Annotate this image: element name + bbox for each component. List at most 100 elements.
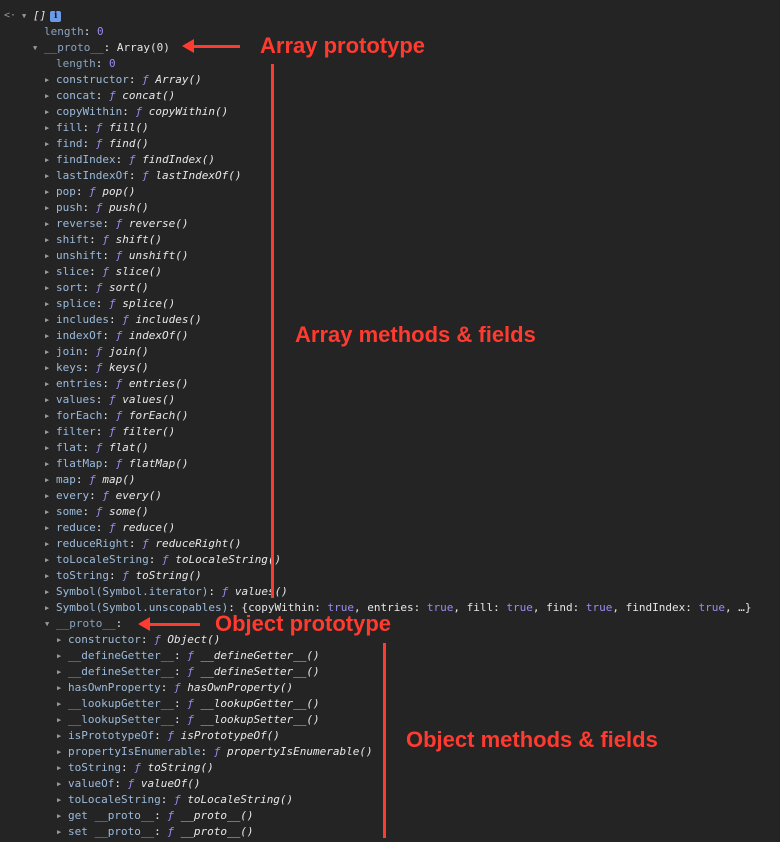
collapsed-triangle-icon[interactable]: ▶: [57, 680, 68, 696]
collapsed-triangle-icon[interactable]: ▶: [57, 808, 68, 824]
method-row[interactable]: ▶ every: ƒ every(): [45, 488, 162, 504]
collapsed-triangle-icon[interactable]: ▶: [45, 584, 56, 600]
expanded-triangle-icon[interactable]: ▼: [33, 40, 44, 56]
collapsed-triangle-icon[interactable]: ▶: [45, 216, 56, 232]
method-row[interactable]: ▶ hasOwnProperty: ƒ hasOwnProperty(): [57, 680, 293, 696]
method-row[interactable]: ▶ sort: ƒ sort(): [45, 280, 149, 296]
method-row[interactable]: ▶ map: ƒ map(): [45, 472, 136, 488]
collapsed-triangle-icon[interactable]: ▶: [57, 728, 68, 744]
collapsed-triangle-icon[interactable]: ▶: [45, 136, 56, 152]
collapsed-triangle-icon[interactable]: ▶: [45, 344, 56, 360]
info-icon[interactable]: i: [50, 10, 62, 22]
expanded-triangle-icon[interactable]: ▼: [22, 8, 33, 24]
collapsed-triangle-icon[interactable]: ▶: [45, 232, 56, 248]
collapsed-triangle-icon[interactable]: ▶: [45, 312, 56, 328]
collapsed-triangle-icon[interactable]: ▶: [45, 504, 56, 520]
collapsed-triangle-icon[interactable]: ▶: [57, 664, 68, 680]
method-row[interactable]: ▶ propertyIsEnumerable: ƒ propertyIsEnume…: [57, 744, 373, 760]
root-array-row[interactable]: ▼[] i: [22, 8, 62, 24]
method-row[interactable]: ▶ entries: ƒ entries(): [45, 376, 188, 392]
method-row[interactable]: ▶ Symbol(Symbol.iterator): ƒ values(): [45, 584, 288, 600]
method-row[interactable]: ▶ forEach: ƒ forEach(): [45, 408, 188, 424]
method-row[interactable]: ▶ __lookupSetter__: ƒ __lookupSetter__(): [57, 712, 320, 728]
method-row[interactable]: ▶ filter: ƒ filter(): [45, 424, 175, 440]
method-row[interactable]: ▶ isPrototypeOf: ƒ isPrototypeOf(): [57, 728, 280, 744]
collapsed-triangle-icon[interactable]: ▶: [57, 696, 68, 712]
collapsed-triangle-icon[interactable]: ▶: [45, 536, 56, 552]
method-row[interactable]: ▶ copyWithin: ƒ copyWithin(): [45, 104, 228, 120]
method-row[interactable]: ▶ find: ƒ find(): [45, 136, 149, 152]
method-row[interactable]: ▶ get __proto__: ƒ __proto__(): [57, 808, 253, 824]
collapsed-triangle-icon[interactable]: ▶: [45, 568, 56, 584]
object-proto-row[interactable]: ▼ __proto__:: [45, 616, 122, 632]
collapsed-triangle-icon[interactable]: ▶: [57, 712, 68, 728]
method-row[interactable]: ▶ fill: ƒ fill(): [45, 120, 149, 136]
method-row[interactable]: ▶ __defineGetter__: ƒ __defineGetter__(): [57, 648, 320, 664]
collapsed-triangle-icon[interactable]: ▶: [45, 424, 56, 440]
method-row[interactable]: ▶ splice: ƒ splice(): [45, 296, 175, 312]
method-row[interactable]: ▶ push: ƒ push(): [45, 200, 149, 216]
method-row[interactable]: ▶ reduceRight: ƒ reduceRight(): [45, 536, 241, 552]
collapsed-triangle-icon[interactable]: ▶: [45, 408, 56, 424]
unscopables-row[interactable]: ▶ Symbol(Symbol.unscopables): {copyWithin…: [45, 600, 752, 616]
collapsed-triangle-icon[interactable]: ▶: [45, 488, 56, 504]
method-row[interactable]: ▶ reduce: ƒ reduce(): [45, 520, 175, 536]
collapsed-triangle-icon[interactable]: ▶: [45, 88, 56, 104]
method-row[interactable]: ▶ __defineSetter__: ƒ __defineSetter__(): [57, 664, 320, 680]
collapsed-triangle-icon[interactable]: ▶: [45, 296, 56, 312]
method-row[interactable]: ▶ unshift: ƒ unshift(): [45, 248, 188, 264]
collapsed-triangle-icon[interactable]: ▶: [45, 472, 56, 488]
collapsed-triangle-icon[interactable]: ▶: [45, 248, 56, 264]
expanded-triangle-icon[interactable]: ▼: [45, 616, 56, 632]
collapsed-triangle-icon[interactable]: ▶: [45, 168, 56, 184]
method-row[interactable]: ▶ toLocaleString: ƒ toLocaleString(): [57, 792, 293, 808]
collapsed-triangle-icon[interactable]: ▶: [57, 744, 68, 760]
method-row[interactable]: ▶ some: ƒ some(): [45, 504, 149, 520]
method-row[interactable]: ▶ toString: ƒ toString(): [45, 568, 202, 584]
method-row[interactable]: ▶ toLocaleString: ƒ toLocaleString(): [45, 552, 281, 568]
collapsed-triangle-icon[interactable]: ▶: [45, 184, 56, 200]
method-row[interactable]: ▶ valueOf: ƒ valueOf(): [57, 776, 200, 792]
collapsed-triangle-icon[interactable]: ▶: [45, 552, 56, 568]
collapsed-triangle-icon[interactable]: ▶: [45, 200, 56, 216]
collapsed-triangle-icon[interactable]: ▶: [45, 264, 56, 280]
method-row[interactable]: ▶ flatMap: ƒ flatMap(): [45, 456, 188, 472]
collapsed-triangle-icon[interactable]: ▶: [57, 648, 68, 664]
method-row[interactable]: ▶ slice: ƒ slice(): [45, 264, 162, 280]
collapsed-triangle-icon[interactable]: ▶: [57, 776, 68, 792]
method-row[interactable]: ▶ __lookupGetter__: ƒ __lookupGetter__(): [57, 696, 320, 712]
method-row[interactable]: ▶ constructor: ƒ Object(): [57, 632, 220, 648]
collapsed-triangle-icon[interactable]: ▶: [45, 456, 56, 472]
collapsed-triangle-icon[interactable]: ▶: [45, 360, 56, 376]
method-row[interactable]: ▶ join: ƒ join(): [45, 344, 149, 360]
collapsed-triangle-icon[interactable]: ▶: [45, 440, 56, 456]
collapsed-triangle-icon[interactable]: ▶: [45, 520, 56, 536]
collapsed-triangle-icon[interactable]: ▶: [45, 392, 56, 408]
collapsed-triangle-icon[interactable]: ▶: [45, 376, 56, 392]
collapsed-triangle-icon[interactable]: ▶: [45, 120, 56, 136]
method-row[interactable]: ▶ shift: ƒ shift(): [45, 232, 162, 248]
method-row[interactable]: ▶ pop: ƒ pop(): [45, 184, 136, 200]
method-row[interactable]: ▶ keys: ƒ keys(): [45, 360, 149, 376]
collapsed-triangle-icon[interactable]: ▶: [57, 824, 68, 840]
collapsed-triangle-icon[interactable]: ▶: [45, 600, 56, 616]
method-row[interactable]: ▶ concat: ƒ concat(): [45, 88, 175, 104]
collapsed-triangle-icon[interactable]: ▶: [45, 104, 56, 120]
method-row[interactable]: ▶ flat: ƒ flat(): [45, 440, 149, 456]
collapsed-triangle-icon[interactable]: ▶: [45, 72, 56, 88]
method-row[interactable]: ▶ lastIndexOf: ƒ lastIndexOf(): [45, 168, 241, 184]
collapsed-triangle-icon[interactable]: ▶: [45, 280, 56, 296]
collapsed-triangle-icon[interactable]: ▶: [45, 152, 56, 168]
method-row[interactable]: ▶ toString: ƒ toString(): [57, 760, 214, 776]
method-row[interactable]: ▶ findIndex: ƒ findIndex(): [45, 152, 215, 168]
method-row[interactable]: ▶ values: ƒ values(): [45, 392, 175, 408]
method-row[interactable]: ▶ constructor: ƒ Array(): [45, 72, 202, 88]
collapsed-triangle-icon[interactable]: ▶: [57, 760, 68, 776]
method-row[interactable]: ▶ set __proto__: ƒ __proto__(): [57, 824, 253, 840]
method-row[interactable]: ▶ reverse: ƒ reverse(): [45, 216, 188, 232]
collapsed-triangle-icon[interactable]: ▶: [45, 328, 56, 344]
method-row[interactable]: ▶ indexOf: ƒ indexOf(): [45, 328, 188, 344]
method-row[interactable]: ▶ includes: ƒ includes(): [45, 312, 202, 328]
collapsed-triangle-icon[interactable]: ▶: [57, 792, 68, 808]
array-proto-row[interactable]: ▼ __proto__: Array(0): [33, 40, 170, 56]
